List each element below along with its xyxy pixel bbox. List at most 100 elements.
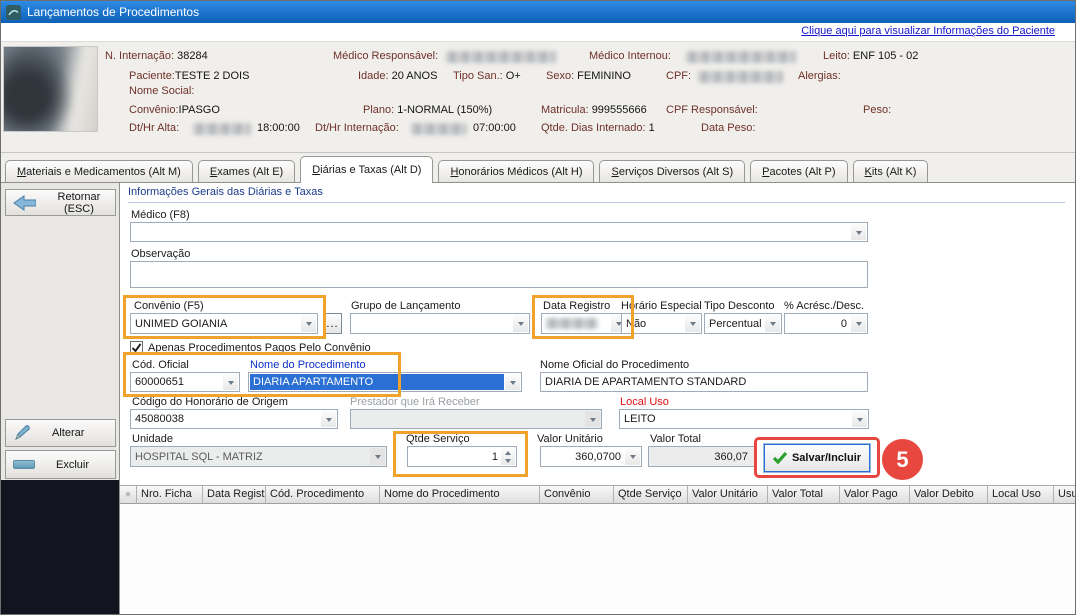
cod-oficial-combo[interactable]: 60000651	[130, 372, 240, 392]
content-area: Retornar (ESC) Alterar Excluir Informaçõ…	[1, 183, 1075, 615]
nome-oficial-input[interactable]: DIARIA DE APARTAMENTO STANDARD	[540, 372, 868, 392]
dropdown-arrow-icon	[852, 411, 867, 427]
grid-col-convenio[interactable]: Convênio	[540, 486, 614, 504]
data-registro-label: Data Registro	[543, 300, 610, 312]
valor-unitario-combo[interactable]: 360,0700	[540, 446, 642, 467]
convenio-combo[interactable]: UNIMED GOIANIA	[130, 313, 318, 334]
local-uso-combo-value: LEITO	[624, 410, 850, 428]
field-label: Idade:	[358, 70, 389, 82]
dropdown-arrow-icon	[851, 315, 866, 332]
tab-honorarios-medicos[interactable]: Honorários Médicos (Alt H)	[438, 160, 594, 182]
check-icon	[131, 342, 142, 353]
redacted-data-registro	[546, 318, 598, 329]
tab-label: M	[17, 166, 26, 178]
pencil-icon	[13, 424, 31, 442]
field-tipo-sanguineo: Tipo San.:O+	[453, 70, 521, 82]
valor-unitario-value: 360,0700	[545, 447, 623, 466]
dropdown-arrow-icon	[321, 411, 336, 427]
horario-especial-combo[interactable]: Não	[621, 313, 702, 334]
qtde-servico-spinner[interactable]: 1	[407, 446, 517, 467]
acresc-desc-label: % Acrésc./Desc.	[784, 300, 864, 312]
convenio-browse-button[interactable]: ...	[323, 313, 342, 334]
tab-label: ateriais e Medicamentos (Alt M)	[26, 166, 181, 178]
medico-combo[interactable]	[130, 222, 868, 242]
patient-header: N. Internação:38284 Médico Responsável: …	[1, 41, 1075, 153]
grid-col-data-registro[interactable]: Data Registro	[203, 486, 266, 504]
data-registro-combo[interactable]	[541, 313, 628, 334]
tab-label: xames (Alt E)	[217, 166, 283, 178]
field-paciente: Paciente:TESTE 2 DOIS	[129, 70, 249, 82]
tipo-desconto-combo-value: Percentual	[709, 314, 763, 333]
nome-procedimento-combo[interactable]: DIARIA APARTAMENTO	[248, 372, 522, 392]
photo-blur	[3, 46, 98, 132]
spinner-arrows-icon	[501, 448, 515, 465]
grid-col-valor-pago[interactable]: Valor Pago	[840, 486, 910, 504]
tab-servicos-diversos[interactable]: Serviços Diversos (Alt S)	[599, 160, 745, 182]
section-title: Informações Gerais das Diárias e Taxas	[128, 186, 323, 198]
apenas-procedimentos-checkbox[interactable]	[130, 341, 143, 354]
field-peso: Peso:	[863, 104, 891, 116]
qtde-servico-value: 1	[412, 447, 498, 466]
dropdown-arrow-icon	[505, 374, 520, 390]
grid-col-qtde-servico[interactable]: Qtde Serviço	[614, 486, 688, 504]
tab-materiais-medicamentos[interactable]: Materiais e Medicamentos (Alt M)	[5, 160, 193, 182]
field-value: O+	[506, 70, 521, 82]
field-label: Nome Social:	[129, 85, 194, 97]
salvar-incluir-button[interactable]: Salvar/Incluir	[764, 444, 870, 472]
cod-honorario-combo[interactable]: 45080038	[130, 409, 338, 429]
nome-procedimento-label: Nome do Procedimento	[250, 359, 366, 371]
tab-label: D	[312, 164, 320, 176]
horario-combo-value: Não	[626, 314, 683, 333]
tab-exames[interactable]: Exames (Alt E)	[198, 160, 295, 182]
field-value: 1-NORMAL (150%)	[397, 104, 492, 116]
observacao-label: Observação	[131, 248, 190, 260]
grid-col-cod-procedimento[interactable]: Cód. Procedimento	[266, 486, 380, 504]
redacted-medico-responsavel	[446, 51, 556, 63]
grid-col-valor-total[interactable]: Valor Total	[768, 486, 840, 504]
alterar-button[interactable]: Alterar	[5, 419, 116, 447]
dropdown-arrow-icon	[370, 448, 385, 465]
tab-diarias-taxas[interactable]: Diárias e Taxas (Alt D)	[300, 156, 433, 183]
patient-info-link[interactable]: Clique aqui para visualizar Informações …	[801, 25, 1055, 37]
tab-kits[interactable]: Kits (Alt K)	[853, 160, 929, 182]
field-label: Paciente:	[129, 70, 175, 82]
app-icon	[6, 5, 21, 20]
field-label: Convênio:	[129, 104, 179, 116]
acresc-desc-combo[interactable]: 0	[784, 313, 868, 334]
redacted-cpf	[698, 71, 783, 83]
grupo-combo-value	[355, 314, 511, 333]
excluir-button[interactable]: Excluir	[5, 450, 116, 479]
grid-col-local-uso[interactable]: Local Uso	[988, 486, 1054, 504]
tipo-desconto-combo[interactable]: Percentual	[704, 313, 782, 334]
grid-col-nome-procedimento[interactable]: Nome do Procedimento	[380, 486, 540, 504]
main-panel: Informações Gerais das Diárias e Taxas M…	[120, 183, 1075, 615]
grupo-label: Grupo de Lançamento	[351, 300, 460, 312]
field-value: FEMININO	[577, 70, 631, 82]
field-value: 1	[649, 122, 655, 134]
eraser-icon	[13, 460, 35, 469]
dropdown-arrow-icon	[585, 411, 600, 427]
local-uso-combo[interactable]: LEITO	[619, 409, 869, 429]
arrow-left-icon	[13, 195, 36, 211]
grupo-lancamento-combo[interactable]	[350, 313, 530, 334]
excluir-label: Excluir	[56, 459, 89, 471]
grid-col-usuario[interactable]: Usuário	[1054, 486, 1075, 504]
dropdown-arrow-icon	[851, 224, 866, 240]
section-title-bar: Informações Gerais das Diárias e Taxas	[128, 186, 1065, 203]
tab-label: acotes (Alt P)	[769, 166, 835, 178]
tab-label: onorários Médicos (Alt H)	[458, 166, 582, 178]
retornar-button[interactable]: Retornar (ESC)	[5, 189, 116, 216]
field-label: Peso:	[863, 104, 891, 116]
grid-body[interactable]	[120, 504, 1075, 615]
tab-pacotes[interactable]: Pacotes (Alt P)	[750, 160, 847, 182]
observacao-input[interactable]	[130, 261, 868, 288]
prestador-label: Prestador que Irá Receber	[350, 396, 480, 408]
cod-oficial-label: Cód. Oficial	[132, 359, 189, 371]
grid-col-valor-unitario[interactable]: Valor Unitário	[688, 486, 768, 504]
link-row: Clique aqui para visualizar Informações …	[1, 23, 1075, 41]
grid-col-nro-ficha[interactable]: Nro. Ficha	[137, 486, 203, 504]
grid-col-valor-debito[interactable]: Valor Debito	[910, 486, 988, 504]
prestador-combo	[350, 409, 602, 429]
convenio-label: Convênio (F5)	[134, 300, 204, 312]
field-dt-internacao: Dt/Hr Internação:	[315, 122, 399, 134]
